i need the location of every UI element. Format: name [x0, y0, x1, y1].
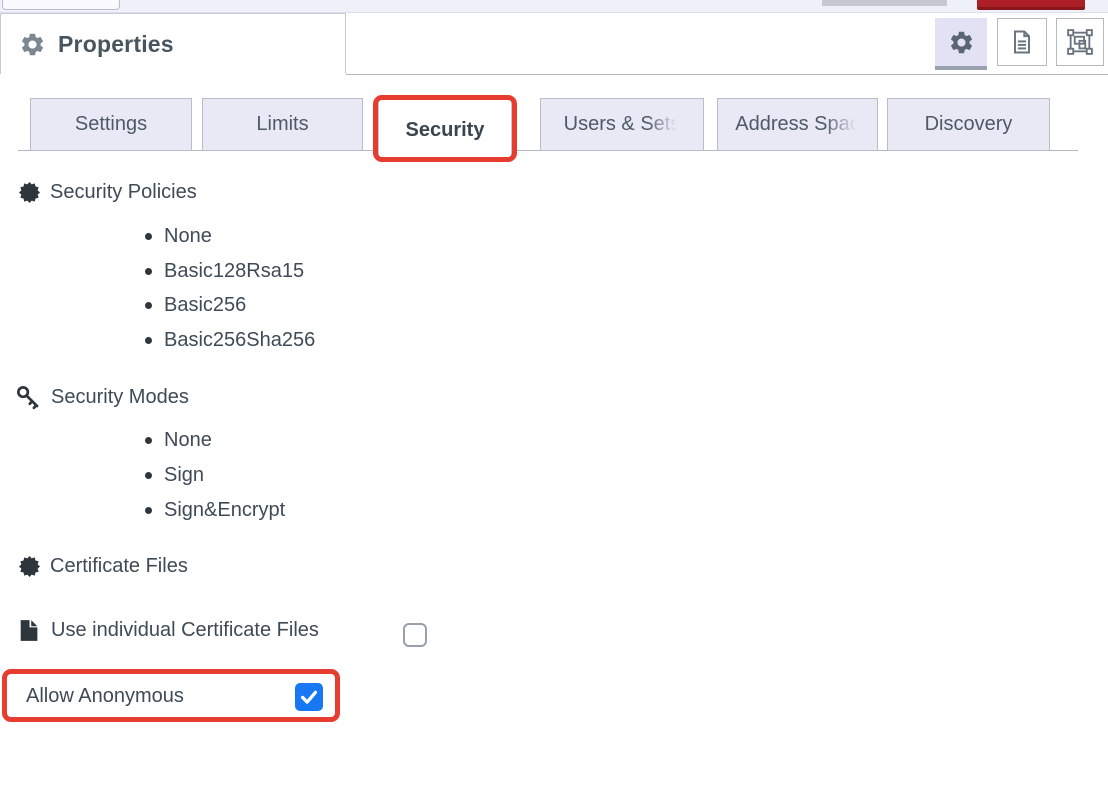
list-item: None	[145, 429, 212, 452]
tab-label: Discovery	[925, 113, 1013, 136]
frame-selection-button[interactable]	[1056, 18, 1104, 66]
file-icon	[16, 618, 41, 643]
list-item: Sign	[145, 464, 204, 487]
cutoff-gray-fragment	[822, 0, 947, 6]
field-label: Allow Anonymous	[26, 685, 184, 708]
allow-anonymous-row: Allow Anonymous	[26, 685, 184, 708]
use-individual-certificate-files-checkbox[interactable]	[403, 623, 427, 647]
certificate-seal-icon	[18, 181, 41, 204]
tab-label: Users & Sets	[564, 113, 681, 136]
tab-address-space[interactable]: Address Spac	[717, 98, 878, 151]
section-title: Certificate Files	[50, 555, 188, 578]
properties-header-tab: Properties	[0, 13, 346, 74]
section-title: Security Policies	[50, 181, 197, 204]
top-toolbar-strip	[0, 0, 1108, 12]
tab-limits[interactable]: Limits	[202, 98, 363, 151]
tab-users-settings[interactable]: Users & Sets	[540, 98, 704, 151]
list-item: Basic256	[145, 294, 246, 317]
tab-label: Security	[406, 119, 485, 142]
certificate-files-header: Certificate Files	[18, 555, 188, 578]
list-item: None	[145, 225, 212, 248]
cutoff-button-fragment[interactable]	[2, 0, 120, 10]
list-item-label: Sign&Encrypt	[164, 499, 285, 522]
bullet-icon	[145, 302, 152, 309]
key-icon	[15, 384, 42, 411]
page-title: Properties	[58, 31, 174, 58]
use-individual-certificate-files-row: Use individual Certificate Files	[16, 618, 319, 643]
properties-panel-screen: Properties	[0, 0, 1108, 788]
security-policies-header: Security Policies	[18, 181, 197, 204]
list-item-label: Basic128Rsa15	[164, 260, 304, 283]
list-item-label: Basic256	[164, 294, 246, 317]
security-modes-header: Security Modes	[15, 384, 189, 411]
bullet-icon	[145, 268, 152, 275]
list-item-label: None	[164, 429, 212, 452]
document-view-button[interactable]	[997, 18, 1047, 66]
properties-view-button[interactable]	[935, 18, 987, 70]
frame-selection-icon	[1066, 28, 1094, 56]
cutoff-red-button-fragment[interactable]	[977, 0, 1085, 10]
list-item-label: Sign	[164, 464, 204, 487]
tab-label: Address Spac	[735, 113, 860, 136]
allow-anonymous-checkbox[interactable]	[295, 683, 323, 711]
section-title: Security Modes	[51, 386, 189, 409]
list-item-label: None	[164, 225, 212, 248]
document-icon	[1008, 28, 1036, 56]
tab-security[interactable]: Security	[378, 98, 512, 161]
header-divider	[346, 74, 1108, 75]
list-item: Sign&Encrypt	[145, 499, 285, 522]
bullet-icon	[145, 233, 152, 240]
certificate-seal-icon	[18, 555, 41, 578]
tab-label: Limits	[256, 113, 308, 136]
tab-discovery[interactable]: Discovery	[887, 98, 1050, 151]
list-item-label: Basic256Sha256	[164, 329, 315, 352]
gear-icon	[19, 31, 46, 58]
list-item: Basic128Rsa15	[145, 260, 304, 283]
tab-settings[interactable]: Settings	[30, 98, 192, 151]
bullet-icon	[145, 337, 152, 344]
gear-icon	[948, 29, 975, 56]
bullet-icon	[145, 472, 152, 479]
properties-panel: Properties	[0, 12, 1108, 788]
bullet-icon	[145, 437, 152, 444]
bullet-icon	[145, 507, 152, 514]
list-item: Basic256Sha256	[145, 329, 315, 352]
tab-label: Settings	[75, 113, 147, 136]
field-label: Use individual Certificate Files	[51, 619, 319, 642]
